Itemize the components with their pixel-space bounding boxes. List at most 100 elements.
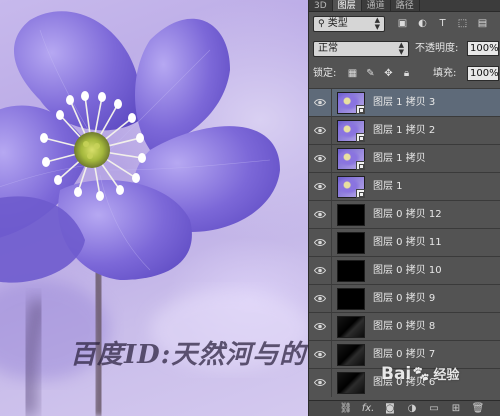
- layer-name[interactable]: 图层 1: [373, 173, 403, 201]
- lock-row: 锁定: ▦ ✎ ✥ 🔒︎ 填充: 100%: [309, 65, 500, 83]
- visibility-eye-icon[interactable]: [314, 350, 326, 359]
- blend-mode-dropdown[interactable]: 正常 ▲ ▼: [313, 41, 409, 57]
- baidu-brand-text: Bai: [381, 364, 412, 384]
- layer-name[interactable]: 图层 0 拷贝 9: [373, 285, 435, 313]
- filter-kind-dropdown[interactable]: ⚲ 类型 ▲ ▼: [313, 16, 385, 32]
- row-separator: [331, 313, 332, 341]
- blend-row: 正常 ▲ ▼ 不透明度: 100%: [309, 40, 500, 58]
- baidu-brand-suffix: 经验: [433, 368, 460, 383]
- visibility-eye-icon[interactable]: [314, 210, 326, 219]
- layer-thumbnail[interactable]: [337, 204, 365, 226]
- filter-row: ⚲ 类型 ▲ ▼ ▣ ◐ T ⬚ ▤: [309, 15, 500, 33]
- row-separator: [331, 257, 332, 285]
- opacity-value: 100%: [470, 43, 499, 54]
- lock-move-icon[interactable]: ✥: [383, 68, 394, 79]
- updown-arrows-icon: ▲ ▼: [398, 41, 404, 56]
- pixel-filter-icon[interactable]: ▣: [397, 18, 408, 29]
- layer-thumbnail[interactable]: [337, 92, 365, 114]
- layer-row[interactable]: 图层 0 拷贝 10: [309, 256, 500, 285]
- filter-kind-label: 类型: [327, 18, 348, 29]
- layer-name[interactable]: 图层 0 拷贝 12: [373, 201, 442, 229]
- row-separator: [331, 341, 332, 369]
- visibility-eye-icon[interactable]: [314, 322, 326, 331]
- tab-layers[interactable]: 图层: [332, 0, 362, 11]
- mask-icon[interactable]: ◙: [383, 402, 397, 416]
- visibility-eye-icon[interactable]: [314, 378, 326, 387]
- link-icon[interactable]: ⛓︎: [339, 402, 353, 416]
- fill-label: 填充:: [433, 68, 457, 79]
- smart-object-icon: [356, 133, 365, 142]
- layer-thumbnail[interactable]: [337, 372, 365, 394]
- layer-row[interactable]: 图层 0 拷贝 12: [309, 200, 500, 229]
- row-separator: [331, 369, 332, 397]
- type-filter-icon[interactable]: T: [437, 18, 448, 29]
- row-separator: [331, 229, 332, 257]
- layer-row[interactable]: 图层 0 拷贝 11: [309, 228, 500, 257]
- shape-filter-icon[interactable]: ⬚: [457, 18, 468, 29]
- tab-3d[interactable]: 3D: [309, 0, 333, 11]
- row-separator: [331, 201, 332, 229]
- layer-thumbnail[interactable]: [337, 260, 365, 282]
- layer-name[interactable]: 图层 0 拷贝 8: [373, 313, 435, 341]
- layer-row[interactable]: 图层 1: [309, 172, 500, 201]
- smart-object-icon: [356, 161, 365, 170]
- lock-transparent-icon[interactable]: ▦: [347, 68, 358, 79]
- tab-paths[interactable]: 路径: [391, 0, 420, 11]
- fill-value: 100%: [470, 68, 499, 79]
- panel-tab-bar: 3D 图层 通道 路径: [309, 0, 500, 12]
- visibility-eye-icon[interactable]: [314, 238, 326, 247]
- layer-row[interactable]: 图层 0 拷贝 8: [309, 312, 500, 341]
- smart-object-icon: [356, 105, 365, 114]
- lock-paint-icon[interactable]: ✎: [365, 68, 376, 79]
- layer-thumbnail[interactable]: [337, 176, 365, 198]
- visibility-eye-icon[interactable]: [314, 182, 326, 191]
- row-separator: [331, 89, 332, 117]
- layer-name[interactable]: 图层 1 拷贝 3: [373, 89, 435, 117]
- layer-thumbnail[interactable]: [337, 288, 365, 310]
- layer-row[interactable]: 图层 0 拷贝 9: [309, 284, 500, 313]
- search-icon: ⚲: [318, 19, 325, 29]
- visibility-eye-icon[interactable]: [314, 294, 326, 303]
- row-separator: [331, 117, 332, 145]
- row-separator: [331, 145, 332, 173]
- row-separator: [331, 173, 332, 201]
- visibility-eye-icon[interactable]: [314, 266, 326, 275]
- fill-input[interactable]: 100%: [467, 66, 499, 81]
- adjustment-filter-icon[interactable]: ◐: [417, 18, 428, 29]
- smart-object-icon: [356, 189, 365, 198]
- layer-row[interactable]: 图层 1 拷贝 2: [309, 116, 500, 145]
- layer-name[interactable]: 图层 1 拷贝: [373, 145, 426, 173]
- layer-row[interactable]: 图层 1 拷贝: [309, 144, 500, 173]
- layer-thumbnail[interactable]: [337, 344, 365, 366]
- lock-all-icon[interactable]: 🔒︎: [401, 68, 412, 79]
- canvas-image[interactable]: 百度ID:天然河与的: [0, 0, 308, 416]
- visibility-eye-icon[interactable]: [314, 98, 326, 107]
- layer-thumbnail[interactable]: [337, 232, 365, 254]
- smart-object-filter-icon[interactable]: ▤: [477, 18, 488, 29]
- opacity-label: 不透明度:: [415, 43, 459, 54]
- layer-thumbnail[interactable]: [337, 120, 365, 142]
- fx-icon[interactable]: fx.: [361, 402, 375, 416]
- layer-name[interactable]: 图层 0 拷贝 11: [373, 229, 442, 257]
- layers-panel: 3D 图层 通道 路径 ⚲ 类型 ▲ ▼ ▣ ◐ T ⬚ ▤ 正常 ▲ ▼ 不透明度…: [308, 0, 500, 416]
- watermark-text: 百度ID:天然河与的: [70, 340, 307, 370]
- tab-channels[interactable]: 通道: [362, 0, 391, 11]
- adjustment-icon[interactable]: ◑: [405, 402, 419, 416]
- trash-icon[interactable]: 🗑︎: [471, 402, 485, 416]
- layer-list: 图层 1 拷贝 3 图层 1 拷贝 2 图层 1 拷贝 图层 1 图层 0 拷贝 12 图…: [309, 88, 500, 397]
- lock-label: 锁定:: [313, 68, 337, 79]
- paw-icon: 🐾︎: [411, 365, 431, 383]
- opacity-input[interactable]: 100%: [467, 41, 499, 56]
- visibility-eye-icon[interactable]: [314, 126, 326, 135]
- layer-thumbnail[interactable]: [337, 316, 365, 338]
- baidu-jingyan-logo: Bai🐾︎ 经验: [381, 364, 459, 384]
- row-separator: [331, 285, 332, 313]
- visibility-eye-icon[interactable]: [314, 154, 326, 163]
- new-layer-icon[interactable]: ⊞: [449, 402, 463, 416]
- panel-bottom-bar: ⛓︎ fx. ◙ ◑ ▭ ⊞ 🗑︎: [309, 400, 500, 416]
- group-icon[interactable]: ▭: [427, 402, 441, 416]
- layer-name[interactable]: 图层 0 拷贝 10: [373, 257, 442, 285]
- layer-row[interactable]: 图层 1 拷贝 3: [309, 88, 500, 117]
- layer-thumbnail[interactable]: [337, 148, 365, 170]
- layer-name[interactable]: 图层 1 拷贝 2: [373, 117, 435, 145]
